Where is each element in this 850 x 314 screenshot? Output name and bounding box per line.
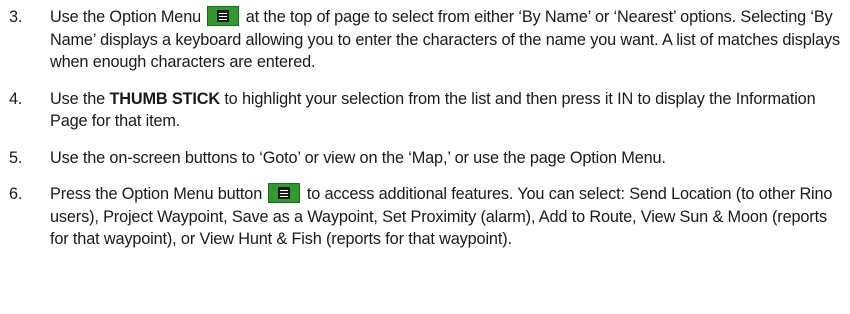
option-menu-icon bbox=[268, 183, 301, 203]
instruction-page: 3. Use the Option Menu at the top of pag… bbox=[0, 0, 850, 314]
step-text: Use the Option Menu bbox=[50, 8, 202, 26]
instruction-steps: 3. Use the Option Menu at the top of pag… bbox=[0, 0, 850, 251]
option-menu-icon bbox=[207, 6, 240, 26]
step-text: Press the Option Menu button bbox=[50, 185, 263, 203]
step-4: 4. Use the THUMB STICK to highlight your… bbox=[0, 88, 850, 133]
step-5: 5. Use the on-screen buttons to ‘Goto’ o… bbox=[0, 147, 850, 170]
step-text: Use the bbox=[50, 89, 106, 108]
step-3: 3. Use the Option Menu at the top of pag… bbox=[0, 6, 850, 74]
step-number: 6. bbox=[9, 185, 23, 203]
step-6: 6. Press the Option Menu button to acces… bbox=[0, 183, 850, 251]
step-text: Use the on-screen buttons to ‘Goto’ or v… bbox=[50, 148, 666, 167]
step-number: 3. bbox=[9, 8, 23, 26]
thumb-stick-label: THUMB STICK bbox=[109, 89, 220, 108]
step-number: 4. bbox=[9, 89, 23, 108]
step-number: 5. bbox=[9, 148, 23, 167]
